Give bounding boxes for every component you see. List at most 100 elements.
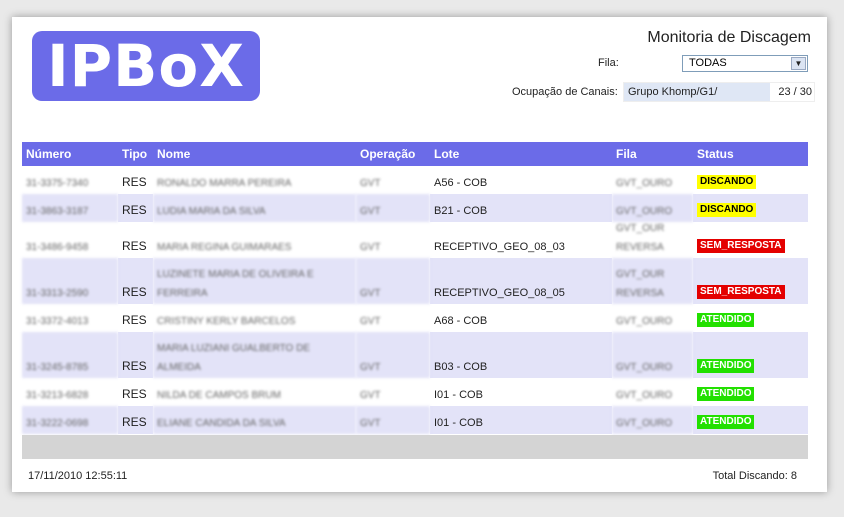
cell-fila: GVT_OURO xyxy=(612,332,693,378)
col-lote: Lote xyxy=(430,142,612,166)
cell-operacao: GVT xyxy=(360,178,381,189)
cell-status: ATENDIDO xyxy=(693,406,808,434)
cell-lote: I01 - COB xyxy=(434,389,483,401)
col-tipo: Tipo xyxy=(118,142,153,166)
cell-tipo: RES xyxy=(122,239,147,253)
table-row: 31-3313-2590 RES LUZINETE MARIA DE OLIVEIR… xyxy=(22,258,808,304)
cell-tipo: RES xyxy=(122,387,147,401)
ocupacao-bar: Grupo Khomp/G1/ 23 / 30 xyxy=(623,82,815,102)
col-status: Status xyxy=(693,142,808,166)
status-badge: SEM_RESPOSTA xyxy=(697,239,785,253)
cell-lote: B03 - COB xyxy=(430,332,612,378)
table-row: 31-3375-7340 RES RONALDO MARRA PEREIRA GVT A… xyxy=(22,166,808,194)
cell-line: GVT_OUR xyxy=(616,223,665,234)
cell-nome: CRISTINY KERLY BARCELOS xyxy=(153,304,356,332)
table-row: 31-3245-8785 RES MARIA LUZIANI GUALBERTO D… xyxy=(22,332,808,378)
cell-tipo: RES xyxy=(118,406,153,434)
cell-operacao: GVT xyxy=(356,406,430,434)
ocupacao-group: Grupo Khomp/G1/ xyxy=(628,86,718,98)
cell-operacao: GVT xyxy=(356,332,430,378)
table-row: 31-3486-9458 RES MARIA REGINA GUIMARAES GVT… xyxy=(22,222,808,258)
col-operacao: Operação xyxy=(356,142,430,166)
cell-lote: I01 - COB xyxy=(430,406,612,434)
ipbox-logo: IPBoX xyxy=(32,31,260,101)
cell-numero: 31-3313-2590 xyxy=(22,258,118,304)
cell-nome: MARIA LUZIANI GUALBERTO DE ALMEIDA xyxy=(153,332,356,378)
fila-select[interactable]: TODAS ▼ xyxy=(682,55,808,72)
timestamp: 17/11/2010 12:55:11 xyxy=(28,470,128,482)
monitor-panel: IPBoX Monitoria de Discagem Fila: TODAS … xyxy=(12,17,827,492)
cell-status: SEM_RESPOSTA xyxy=(693,222,808,258)
table-row: 31-3213-6828 RES NILDA DE CAMPOS BRUM GVT I0… xyxy=(22,378,808,406)
cell-fila: GVT_OURO xyxy=(612,304,693,332)
cell-lote: B21 - COB xyxy=(430,194,612,222)
cell-operacao: GVT xyxy=(356,258,430,304)
cell-numero: 31-3222-0698 xyxy=(22,406,118,434)
cell-line: CRISTINY KERLY BARCELOS xyxy=(157,316,296,327)
logo-text: IPBoX xyxy=(47,32,245,100)
cell-numero: 31-3245-8785 xyxy=(22,332,118,378)
cell-nome: NILDA DE CAMPOS BRUM xyxy=(153,378,356,406)
cell-line: REVERSA xyxy=(616,288,664,299)
cell-line: GVT_OURO xyxy=(616,206,673,217)
cell-line: MARIA LUZIANI GUALBERTO DE xyxy=(157,343,311,354)
cell-numero: 31-3375-7340 xyxy=(26,178,89,189)
cell-line: MARIA REGINA GUIMARAES xyxy=(157,242,292,253)
cell-fila: GVT_OURO xyxy=(612,194,693,222)
cell-status: DISCANDO xyxy=(693,166,808,194)
cell-line: ELIANE CANDIDA DA SILVA xyxy=(157,418,286,429)
cell-line: GVT_OURO xyxy=(616,178,673,189)
ocupacao-label: Ocupação de Canais: xyxy=(512,86,618,98)
cell-operacao: GVT xyxy=(360,242,381,253)
cell-status: ATENDIDO xyxy=(693,332,808,378)
cell-status: SEM_RESPOSTA xyxy=(693,258,808,304)
cell-nome: LUZINETE MARIA DE OLIVEIRA E FERREIRA xyxy=(153,258,356,304)
cell-line: GVT_OURO xyxy=(616,362,673,373)
cell-operacao: GVT xyxy=(360,390,381,401)
cell-numero: 31-3486-9458 xyxy=(26,242,89,253)
cell-tipo: RES xyxy=(122,313,147,327)
cell-lote: A56 - COB xyxy=(434,177,488,189)
cell-tipo: RES xyxy=(118,332,153,378)
status-badge: ATENDIDO xyxy=(697,387,755,401)
cell-tipo: RES xyxy=(118,258,153,304)
calls-table: Número Tipo Nome Operação Lote Fila Stat… xyxy=(22,142,808,434)
total-discando: Total Discando: 8 xyxy=(712,470,797,482)
cell-line: GVT_OUR xyxy=(616,269,665,280)
cell-line: RONALDO MARRA PEREIRA xyxy=(157,178,292,189)
status-badge: ATENDIDO xyxy=(697,415,755,429)
chevron-down-icon[interactable]: ▼ xyxy=(791,57,806,70)
fila-select-value: TODAS xyxy=(689,57,727,69)
cell-line: FERREIRA xyxy=(157,288,208,299)
cell-nome: RONALDO MARRA PEREIRA xyxy=(153,166,356,194)
table-row: 31-3372-4013 RES CRISTINY KERLY BARCELOS GV… xyxy=(22,304,808,332)
cell-fila: GVT_OURO xyxy=(612,166,693,194)
ocupacao-count: 23 / 30 xyxy=(778,86,812,98)
cell-lote: A68 - COB xyxy=(434,315,488,327)
cell-tipo: RES xyxy=(118,194,153,222)
status-badge: DISCANDO xyxy=(697,203,757,217)
cell-line: NILDA DE CAMPOS BRUM xyxy=(157,390,281,401)
cell-line: LUDIA MARIA DA SILVA xyxy=(157,206,266,217)
cell-status: ATENDIDO xyxy=(693,304,808,332)
cell-nome: MARIA REGINA GUIMARAES xyxy=(153,222,356,258)
cell-operacao: GVT xyxy=(356,194,430,222)
cell-fila: GVT_OUR REVERSA xyxy=(612,258,693,304)
page-title: Monitoria de Discagem xyxy=(647,29,811,46)
cell-line: GVT_OURO xyxy=(616,316,673,327)
status-badge: ATENDIDO xyxy=(697,313,755,327)
status-badge: SEM_RESPOSTA xyxy=(697,285,785,299)
cell-numero: 31-3213-6828 xyxy=(26,390,89,401)
status-badge: ATENDIDO xyxy=(697,359,755,373)
cell-fila: GVT_OUR REVERSA xyxy=(612,222,693,258)
table-row: 31-3222-0698 RES ELIANE CANDIDA DA SILVA GV… xyxy=(22,406,808,434)
cell-numero: 31-3372-4013 xyxy=(26,316,89,327)
cell-line: GVT_OURO xyxy=(616,418,673,429)
table-footer-bar xyxy=(22,435,808,459)
cell-tipo: RES xyxy=(122,175,147,189)
cell-lote: RECEPTIVO_GEO_08_05 xyxy=(430,258,612,304)
cell-status: DISCANDO xyxy=(693,194,808,222)
col-numero: Número xyxy=(22,142,118,166)
status-badge: DISCANDO xyxy=(697,175,757,189)
cell-fila: GVT_OURO xyxy=(612,378,693,406)
